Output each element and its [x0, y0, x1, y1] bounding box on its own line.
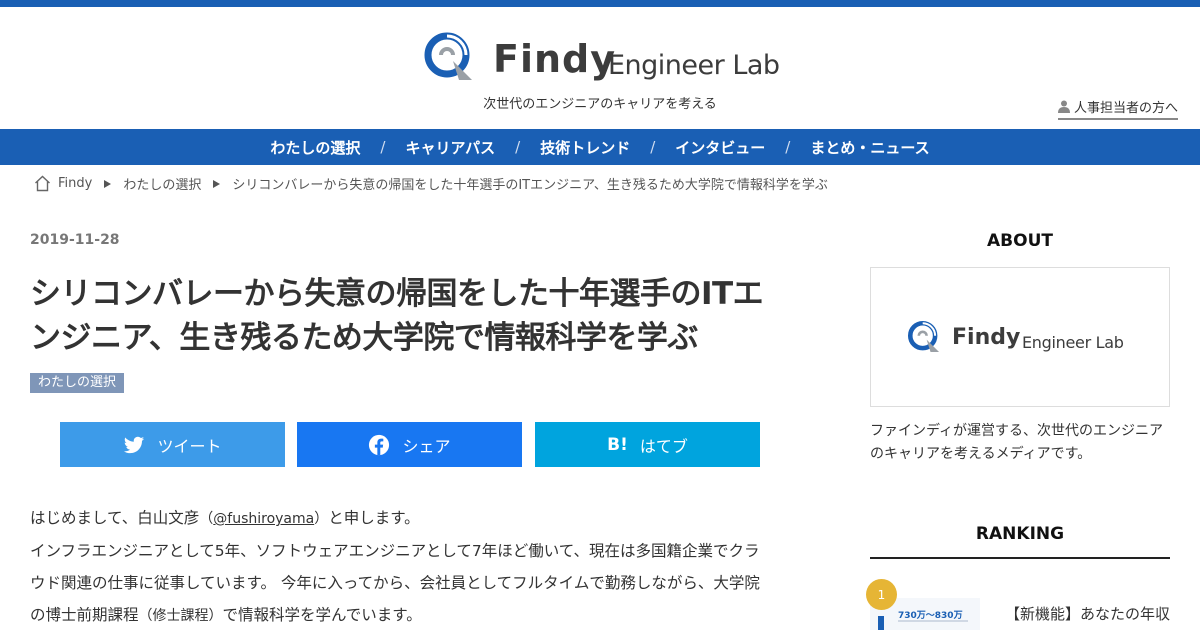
- body-text-span: （: [199, 511, 214, 527]
- site-logo[interactable]: Findy Engineer Lab: [423, 31, 783, 91]
- breadcrumb-item-home[interactable]: Findy: [58, 176, 92, 191]
- body-text-span: と申します。: [328, 509, 420, 527]
- body-text-span: で情報科学を学んでいます。: [222, 606, 422, 624]
- category-tag[interactable]: わたしの選択: [30, 373, 125, 393]
- nav-separator: /: [515, 138, 521, 156]
- tweet-label: ツイート: [157, 436, 222, 456]
- nav-separator: /: [785, 138, 791, 156]
- body-paragraph: ウド関連の仕事に従事しています。 今年に入ってから、会社員としてフルタイムで勤務…: [30, 574, 760, 592]
- article-title: シリコンバレーから失意の帰国をした十年選手のITエンジニア、生き残るため大学院で…: [30, 276, 764, 356]
- nav-item-choice[interactable]: わたしの選択: [270, 137, 360, 158]
- ranking-divider: [870, 557, 1170, 559]
- breadcrumb-item-current: シリコンバレーから失意の帰国をした十年選手のITエンジニア、生き残るため大学院で…: [232, 178, 828, 193]
- body-text-span: はじめまして、白山文彦: [30, 509, 200, 527]
- breadcrumb: Findy わたしの選択 シリコンバレーから失意の帰国をした十年選手のITエンジ…: [34, 174, 828, 193]
- ranking-item-title[interactable]: 【新機能】あなたの年収: [1005, 603, 1170, 624]
- hatena-bookmark-icon: B!: [607, 434, 628, 455]
- hr-link-label: 人事担当者の方へ: [1074, 101, 1179, 116]
- nav-separator: /: [650, 138, 656, 156]
- author-twitter-link[interactable]: @fushiroyama: [213, 511, 314, 527]
- facebook-icon: [369, 434, 390, 455]
- facebook-share-button[interactable]: シェア: [297, 422, 522, 467]
- about-logo: Findy Engineer Lab: [907, 320, 1147, 356]
- hr-link[interactable]: 人事担当者の方へ: [1058, 97, 1179, 120]
- about-description: ファインディが運営する、次世代のエンジニアのキャリアを考えるメディアです。: [870, 423, 1164, 462]
- nav-item-interview[interactable]: インタビュー: [675, 137, 765, 158]
- nav-item-news[interactable]: まとめ・ニュース: [810, 137, 929, 158]
- site-header: Findy Engineer Lab 次世代のエンジニアのキャリアを考える 人事…: [0, 7, 1200, 129]
- breadcrumb-item-category[interactable]: わたしの選択: [123, 174, 201, 193]
- about-logo-lab-text: Engineer Lab: [1022, 333, 1124, 352]
- facebook-share-label: シェア: [402, 436, 451, 456]
- body-text-span: の博士前期課程: [30, 606, 139, 624]
- findy-q-logo-icon: [907, 320, 940, 353]
- nav-item-career-path[interactable]: キャリアパス: [405, 137, 495, 158]
- main-nav: わたしの選択 / キャリアパス / 技術トレンド / インタビュー / まとめ・…: [0, 129, 1200, 165]
- findy-q-logo-icon: [424, 32, 472, 80]
- nav-item-tech-trend[interactable]: 技術トレンド: [540, 137, 630, 158]
- body-paragraph: の博士前期課程（修士課程）で情報科学を学んでいます。: [30, 599, 790, 630]
- body-paragraph: インフラエンジニアとして5年、ソフトウェアエンジニアとして7年ほど働いて、現在は…: [30, 542, 760, 560]
- thumbnail-line: [898, 620, 968, 622]
- site-tagline: 次世代のエンジニアのキャリアを考える: [483, 97, 717, 112]
- ranking-heading: RANKING: [975, 524, 1065, 544]
- tweet-button[interactable]: ツイート: [60, 422, 285, 467]
- breadcrumb-arrow-icon: [213, 179, 221, 188]
- thumbnail-accent: [878, 616, 884, 630]
- hatena-bookmark-label: はてブ: [639, 436, 688, 456]
- article-date: 2019-11-28: [30, 232, 120, 248]
- nav-separator: /: [380, 138, 386, 156]
- home-icon[interactable]: [34, 175, 51, 192]
- logo-lab-text: Engineer Lab: [608, 50, 780, 81]
- hatena-bookmark-button[interactable]: B! はてブ: [535, 422, 760, 467]
- ranking-badge: 1: [866, 579, 897, 610]
- twitter-bird-icon: [124, 436, 145, 453]
- body-text-span: （修士課程）: [138, 608, 223, 624]
- body-text-span: ）: [314, 511, 329, 527]
- about-heading: ABOUT: [987, 231, 1053, 251]
- breadcrumb-arrow-icon: [104, 179, 112, 188]
- person-icon: [1058, 100, 1070, 113]
- top-accent-bar: [0, 0, 1200, 7]
- article-body: はじめまして、白山文彦（@fushiroyama）と申します。 インフラエンジニ…: [30, 502, 790, 630]
- logo-findy-text: Findy: [493, 37, 617, 81]
- body-paragraph: はじめまして、白山文彦（@fushiroyama）と申します。: [30, 502, 790, 535]
- about-logo-card[interactable]: Findy Engineer Lab: [870, 267, 1170, 407]
- about-logo-findy-text: Findy: [952, 325, 1021, 350]
